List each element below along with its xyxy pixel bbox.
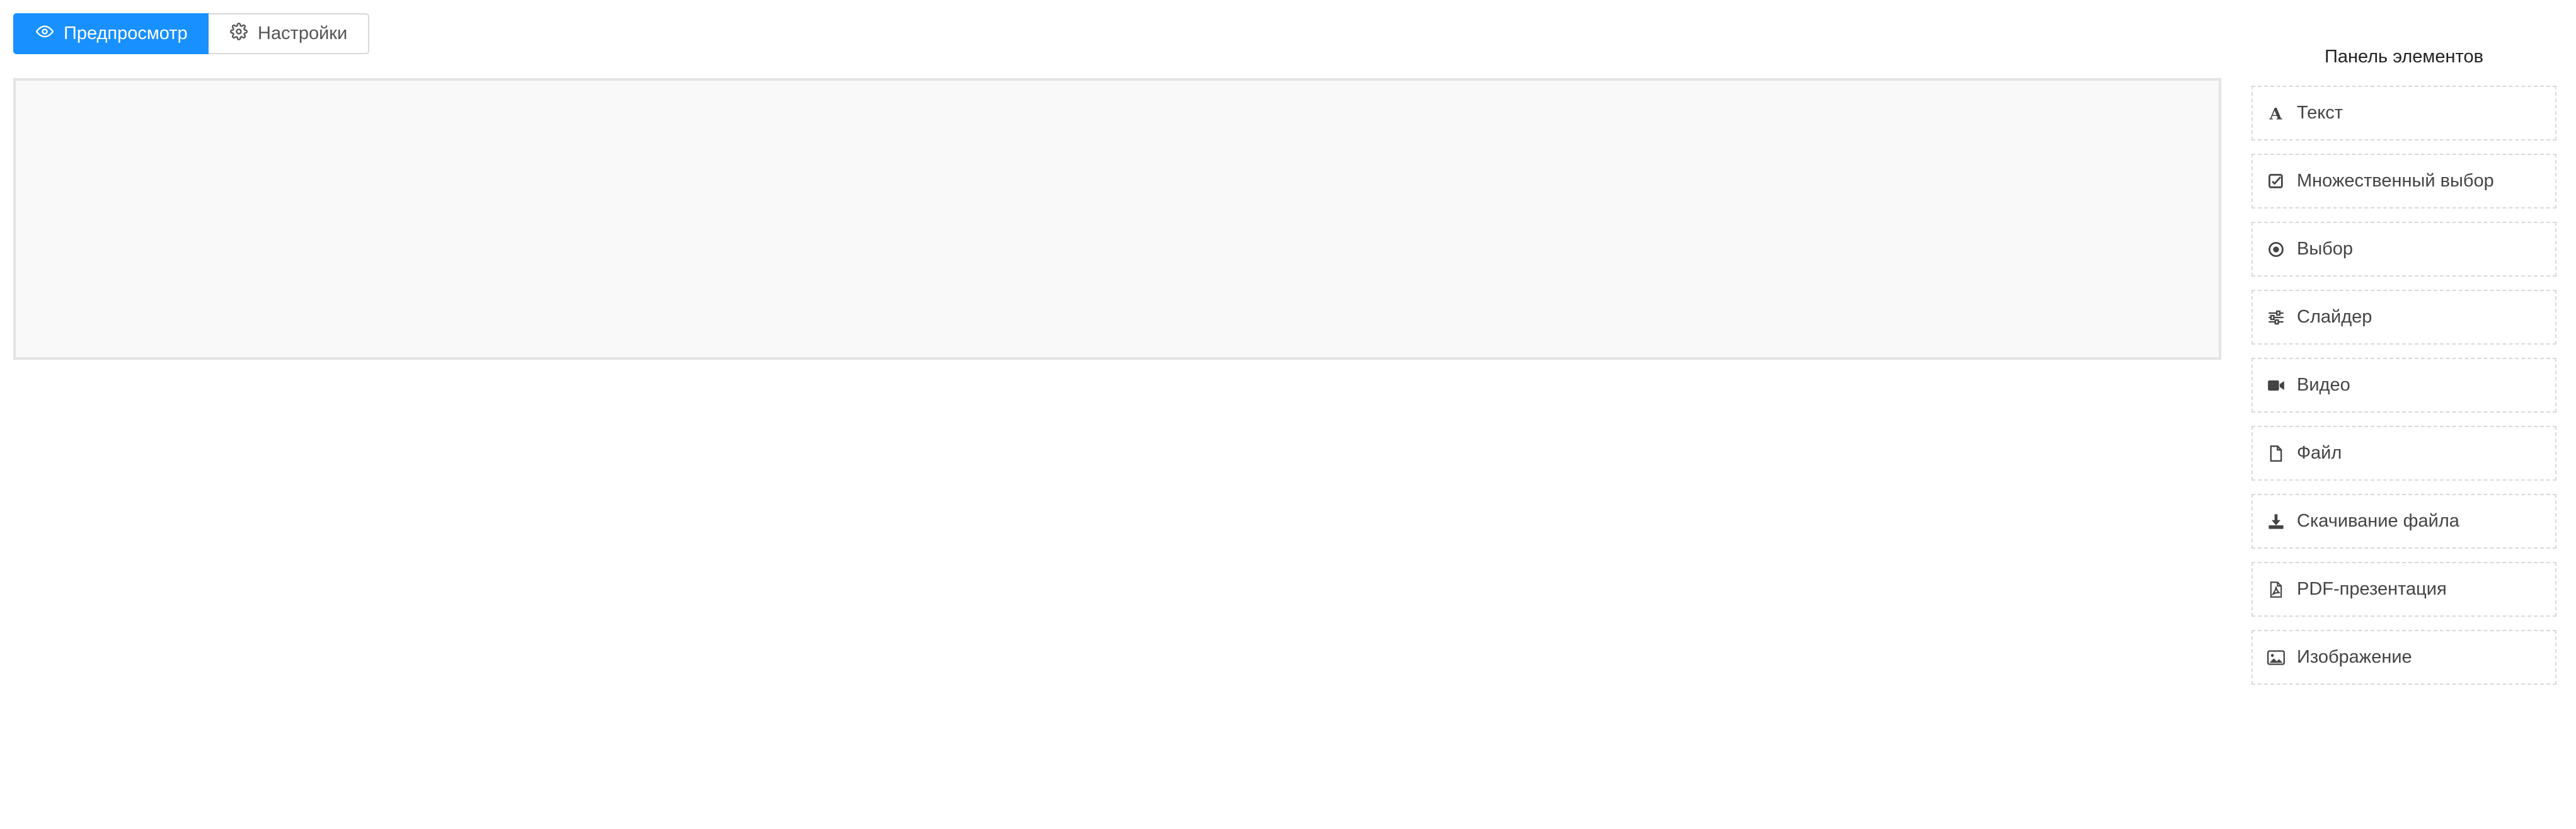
element-label: Видео xyxy=(2297,375,2350,395)
element-label: Изображение xyxy=(2297,647,2412,667)
download-icon xyxy=(2267,512,2286,531)
preview-label: Предпросмотр xyxy=(64,23,188,43)
form-canvas-dropzone[interactable] xyxy=(13,78,2221,360)
element-label: PDF-презентация xyxy=(2297,579,2447,599)
video-icon xyxy=(2267,376,2286,395)
element-label: Множественный выбор xyxy=(2297,171,2494,191)
eye-icon xyxy=(35,23,54,45)
element-label: Слайдер xyxy=(2297,307,2372,327)
element-file[interactable]: Файл xyxy=(2251,426,2556,481)
element-image[interactable]: Изображение xyxy=(2251,630,2556,685)
element-text[interactable]: A Текст xyxy=(2251,86,2556,140)
elements-list: A Текст Множественный выбор Выбор Слайде… xyxy=(2251,86,2556,685)
element-choice[interactable]: Выбор xyxy=(2251,222,2556,277)
element-pdf-presentation[interactable]: PDF-презентация xyxy=(2251,562,2556,617)
element-label: Скачивание файла xyxy=(2297,511,2459,531)
settings-button[interactable]: Настройки xyxy=(209,13,369,54)
checkbox-icon xyxy=(2267,172,2286,191)
element-slider[interactable]: Слайдер xyxy=(2251,290,2556,345)
gear-icon xyxy=(230,22,248,45)
element-label: Выбор xyxy=(2297,239,2354,259)
pdf-file-icon xyxy=(2267,580,2286,599)
image-icon xyxy=(2267,648,2286,667)
file-icon xyxy=(2267,444,2286,463)
toolbar: Предпросмотр Настройки xyxy=(13,13,369,54)
element-label: Файл xyxy=(2297,443,2342,463)
elements-panel: Панель элементов A Текст Множественный в… xyxy=(2251,38,2556,685)
element-file-download[interactable]: Скачивание файла xyxy=(2251,494,2556,549)
form-builder-page: Предпросмотр Настройки Панель элементов … xyxy=(0,0,2576,829)
settings-label: Настройки xyxy=(258,23,348,43)
element-label: Текст xyxy=(2297,103,2343,123)
preview-button[interactable]: Предпросмотр xyxy=(13,13,209,54)
element-multiple-choice[interactable]: Множественный выбор xyxy=(2251,154,2556,209)
text-icon: A xyxy=(2267,104,2286,123)
panel-title: Панель элементов xyxy=(2324,47,2484,67)
svg-text:A: A xyxy=(2269,105,2283,122)
sliders-icon xyxy=(2267,308,2286,327)
radio-icon xyxy=(2267,240,2286,259)
element-video[interactable]: Видео xyxy=(2251,358,2556,413)
